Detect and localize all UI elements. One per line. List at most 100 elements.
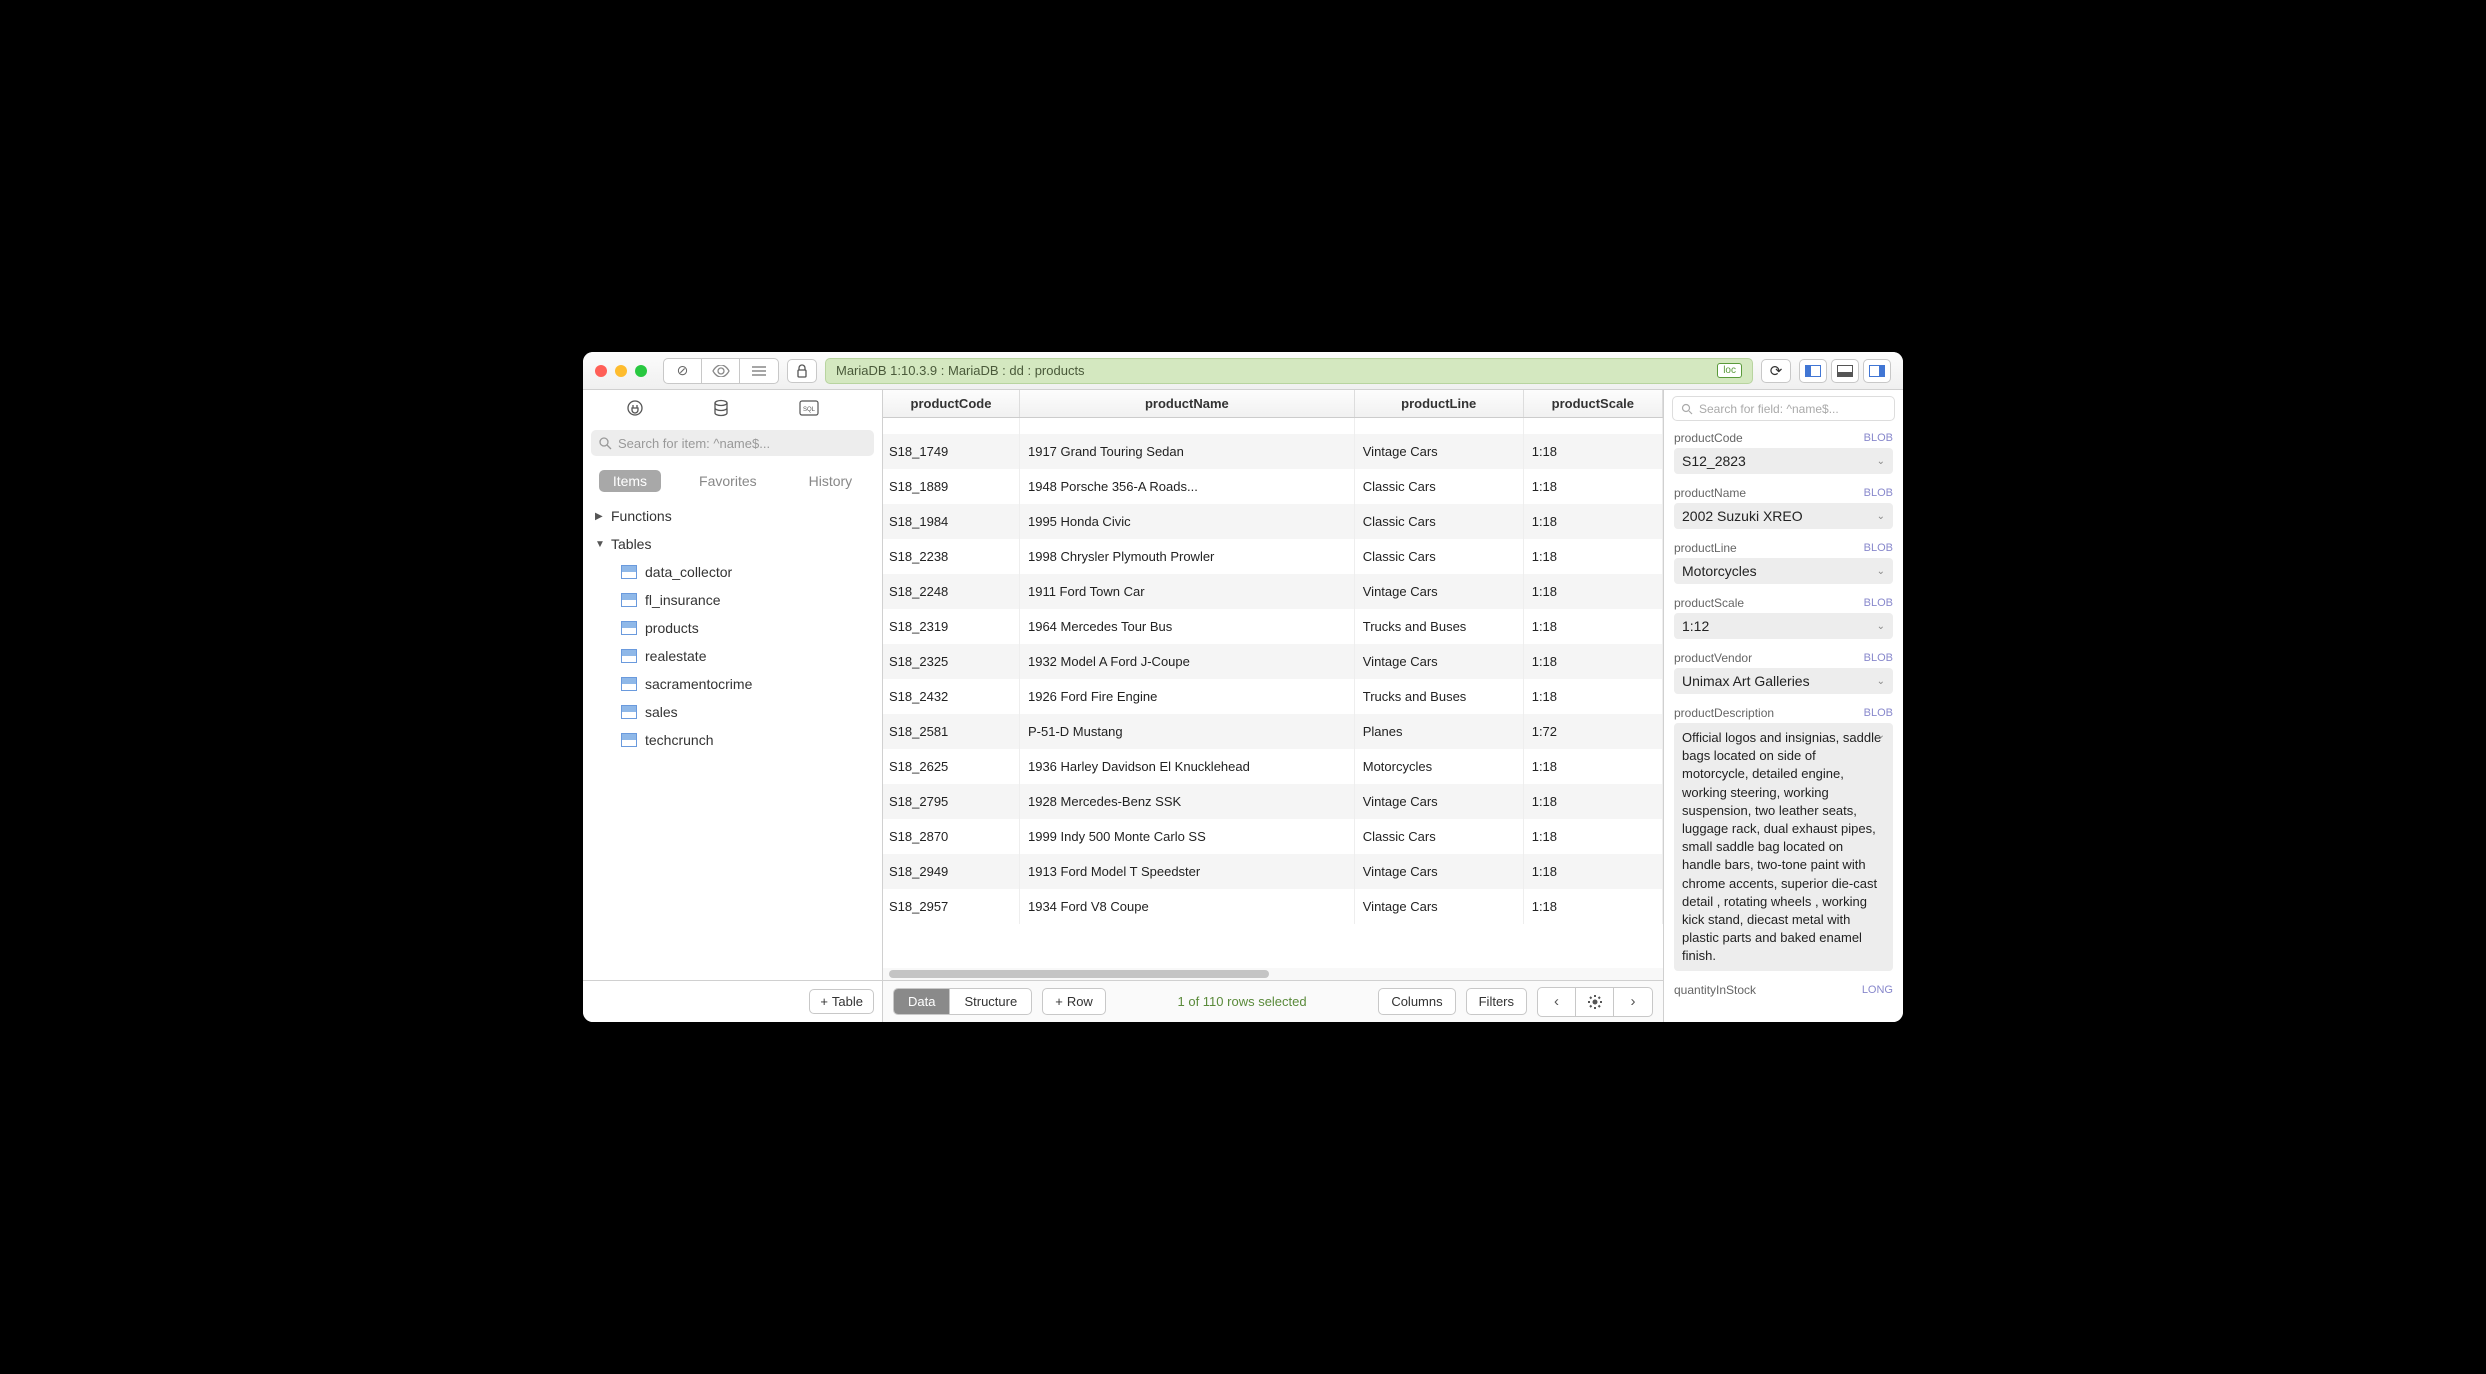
- column-header-productName[interactable]: productName: [1019, 390, 1354, 418]
- table-cell[interactable]: 1:72: [1523, 714, 1662, 749]
- table-cell[interactable]: Vintage Cars: [1354, 574, 1523, 609]
- prev-page-button[interactable]: ‹: [1538, 988, 1576, 1016]
- table-cell[interactable]: 1:18: [1523, 574, 1662, 609]
- sidebar-table-sacramentocrime[interactable]: sacramentocrime: [583, 670, 882, 698]
- lock-icon[interactable]: [787, 359, 817, 383]
- inspector-search[interactable]: Search for field: ^name$...: [1672, 396, 1895, 421]
- field-value[interactable]: S12_2823⌄: [1674, 448, 1893, 474]
- column-header-productCode[interactable]: productCode: [883, 390, 1019, 418]
- table-cell[interactable]: Vintage Cars: [1354, 644, 1523, 679]
- zoom-window-button[interactable]: [635, 365, 647, 377]
- table-cell[interactable]: Trucks and Buses: [1354, 679, 1523, 714]
- sidebar-tab-favorites[interactable]: Favorites: [685, 470, 771, 492]
- table-cell[interactable]: S18_2625: [883, 749, 1019, 784]
- table-row[interactable]: S18_29571934 Ford V8 CoupeVintage Cars1:…: [883, 889, 1663, 924]
- sql-icon[interactable]: SQL: [799, 400, 839, 416]
- table-cell[interactable]: S18_1984: [883, 504, 1019, 539]
- table-scroll[interactable]: productCodeproductNameproductLineproduct…: [883, 390, 1663, 980]
- toggle-right-panel[interactable]: [1863, 359, 1891, 383]
- table-cell[interactable]: [883, 418, 1019, 434]
- table-cell[interactable]: S18_2795: [883, 784, 1019, 819]
- sidebar-table-products[interactable]: products: [583, 614, 882, 642]
- table-cell[interactable]: 1:18: [1523, 504, 1662, 539]
- refresh-button[interactable]: ⟳: [1761, 359, 1791, 383]
- table-cell[interactable]: Vintage Cars: [1354, 784, 1523, 819]
- data-tab[interactable]: Data: [894, 989, 950, 1014]
- column-header-productScale[interactable]: productScale: [1523, 390, 1662, 418]
- table-cell[interactable]: S18_2949: [883, 854, 1019, 889]
- eye-icon[interactable]: [702, 359, 740, 383]
- breadcrumb[interactable]: MariaDB 1:10.3.9 : MariaDB : dd : produc…: [825, 358, 1753, 384]
- table-cell[interactable]: 1:18: [1523, 644, 1662, 679]
- sidebar-tab-history[interactable]: History: [795, 470, 867, 492]
- field-value[interactable]: 1:12⌄: [1674, 613, 1893, 639]
- table-cell[interactable]: S18_2325: [883, 644, 1019, 679]
- table-cell[interactable]: S18_2581: [883, 714, 1019, 749]
- table-row[interactable]: S18_18891948 Porsche 356-A Roads...Class…: [883, 469, 1663, 504]
- database-icon[interactable]: [712, 399, 752, 417]
- table-cell[interactable]: S18_1889: [883, 469, 1019, 504]
- close-window-button[interactable]: [595, 365, 607, 377]
- table-cell[interactable]: Classic Cars: [1354, 819, 1523, 854]
- gear-icon[interactable]: [1576, 988, 1614, 1016]
- table-cell[interactable]: Classic Cars: [1354, 504, 1523, 539]
- table-cell[interactable]: 1917 Grand Touring Sedan: [1019, 434, 1354, 469]
- table-row[interactable]: S18_29491913 Ford Model T SpeedsterVinta…: [883, 854, 1663, 889]
- table-cell[interactable]: P-51-D Mustang: [1019, 714, 1354, 749]
- table-cell[interactable]: 1999 Indy 500 Monte Carlo SS: [1019, 819, 1354, 854]
- table-cell[interactable]: S18_2319: [883, 609, 1019, 644]
- table-cell[interactable]: [1523, 418, 1662, 434]
- columns-button[interactable]: Columns: [1378, 988, 1455, 1015]
- add-table-button[interactable]: + Table: [809, 989, 874, 1014]
- table-row[interactable]: S18_27951928 Mercedes-Benz SSKVintage Ca…: [883, 784, 1663, 819]
- toggle-left-panel[interactable]: [1799, 359, 1827, 383]
- table-cell[interactable]: Vintage Cars: [1354, 854, 1523, 889]
- column-header-productLine[interactable]: productLine: [1354, 390, 1523, 418]
- table-cell[interactable]: 1:18: [1523, 434, 1662, 469]
- table-cell[interactable]: Classic Cars: [1354, 539, 1523, 574]
- table-cell[interactable]: 1:18: [1523, 469, 1662, 504]
- sidebar-search[interactable]: Search for item: ^name$...: [591, 430, 874, 456]
- field-value[interactable]: Motorcycles⌄: [1674, 558, 1893, 584]
- table-cell[interactable]: 1:18: [1523, 749, 1662, 784]
- table-row[interactable]: S18_26251936 Harley Davidson El Knuckleh…: [883, 749, 1663, 784]
- table-cell[interactable]: 1:18: [1523, 679, 1662, 714]
- table-row[interactable]: S18_28701999 Indy 500 Monte Carlo SSClas…: [883, 819, 1663, 854]
- sidebar-table-realestate[interactable]: realestate: [583, 642, 882, 670]
- table-cell[interactable]: S18_2248: [883, 574, 1019, 609]
- sidebar-table-techcrunch[interactable]: techcrunch: [583, 726, 882, 754]
- table-cell[interactable]: 1:18: [1523, 539, 1662, 574]
- table-cell[interactable]: 1934 Ford V8 Coupe: [1019, 889, 1354, 924]
- table-row[interactable]: S18_19841995 Honda CivicClassic Cars1:18: [883, 504, 1663, 539]
- tree-section-functions[interactable]: ▶ Functions: [583, 502, 882, 530]
- table-cell[interactable]: 1948 Porsche 356-A Roads...: [1019, 469, 1354, 504]
- table-cell[interactable]: 1928 Mercedes-Benz SSK: [1019, 784, 1354, 819]
- table-cell[interactable]: 1995 Honda Civic: [1019, 504, 1354, 539]
- table-cell[interactable]: 1964 Mercedes Tour Bus: [1019, 609, 1354, 644]
- table-cell[interactable]: 1932 Model A Ford J-Coupe: [1019, 644, 1354, 679]
- table-row[interactable]: S18_2581P-51-D MustangPlanes1:72: [883, 714, 1663, 749]
- next-page-button[interactable]: ›: [1614, 988, 1652, 1016]
- table-cell[interactable]: [1019, 418, 1354, 434]
- table-row[interactable]: S18_24321926 Ford Fire EngineTrucks and …: [883, 679, 1663, 714]
- table-cell[interactable]: S18_2432: [883, 679, 1019, 714]
- table-row[interactable]: S18_17491917 Grand Touring SedanVintage …: [883, 434, 1663, 469]
- sidebar-table-fl_insurance[interactable]: fl_insurance: [583, 586, 882, 614]
- sidebar-tab-items[interactable]: Items: [599, 470, 661, 492]
- table-cell[interactable]: 1:18: [1523, 889, 1662, 924]
- table-cell[interactable]: S18_2870: [883, 819, 1019, 854]
- field-value[interactable]: ⌄Official logos and insignias, saddle ba…: [1674, 723, 1893, 971]
- sidebar-table-data_collector[interactable]: data_collector: [583, 558, 882, 586]
- field-value[interactable]: Unimax Art Galleries⌄: [1674, 668, 1893, 694]
- horizontal-scrollbar[interactable]: [883, 968, 1663, 980]
- filters-button[interactable]: Filters: [1466, 988, 1527, 1015]
- table-cell[interactable]: Classic Cars: [1354, 469, 1523, 504]
- table-row[interactable]: S18_23191964 Mercedes Tour BusTrucks and…: [883, 609, 1663, 644]
- table-cell[interactable]: S18_2238: [883, 539, 1019, 574]
- table-cell[interactable]: 1926 Ford Fire Engine: [1019, 679, 1354, 714]
- table-cell[interactable]: Trucks and Buses: [1354, 609, 1523, 644]
- table-row[interactable]: S18_22381998 Chrysler Plymouth ProwlerCl…: [883, 539, 1663, 574]
- table-cell[interactable]: 1911 Ford Town Car: [1019, 574, 1354, 609]
- field-value[interactable]: 2002 Suzuki XREO⌄: [1674, 503, 1893, 529]
- table-cell[interactable]: Vintage Cars: [1354, 889, 1523, 924]
